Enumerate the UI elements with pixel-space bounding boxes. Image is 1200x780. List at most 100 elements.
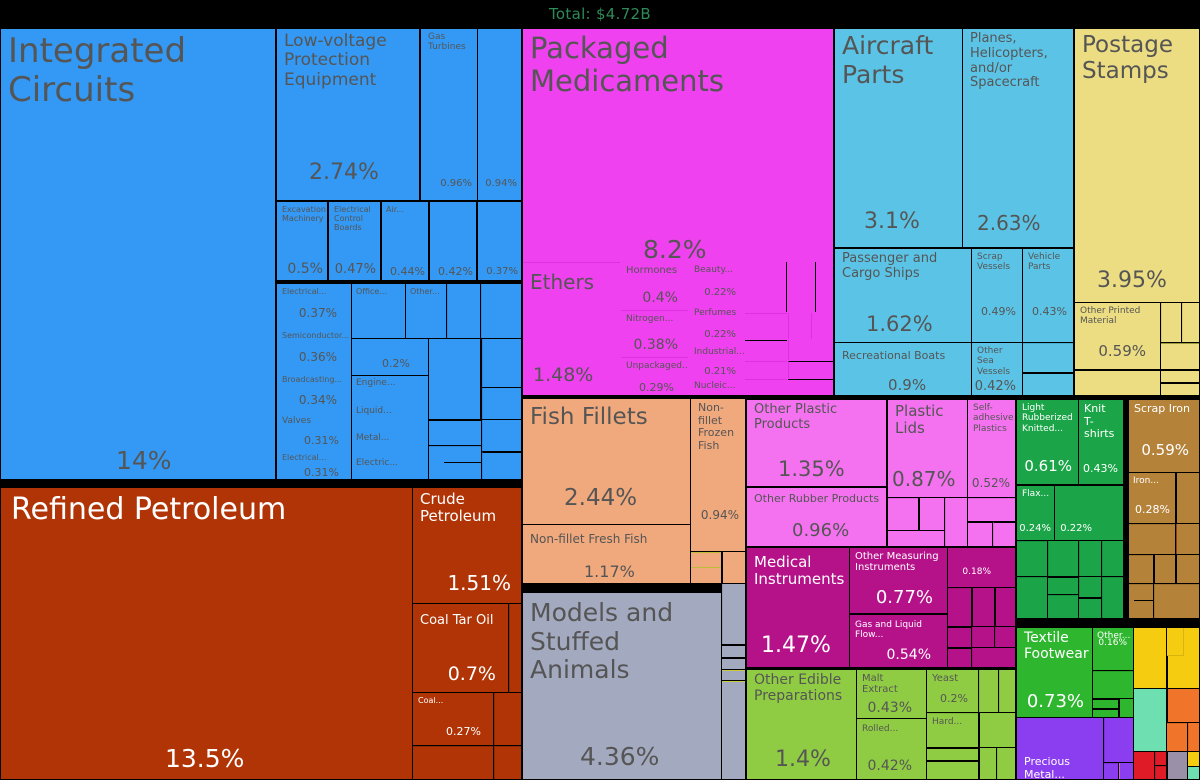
- treemap-cell-blue-02[interactable]: 0.2%: [352, 339, 428, 375]
- treemap-filler: [1048, 577, 1078, 594]
- treemap-cell-scrap-iron[interactable]: Scrap Iron 0.59%: [1129, 400, 1199, 472]
- treemap-cell-light-rubberized-knitted[interactable]: Light Rubberized Knitted... 0.61%: [1017, 400, 1078, 484]
- cell-label: Knit T-shirts: [1084, 402, 1115, 441]
- cell-value: 0.21%: [704, 366, 736, 377]
- treemap-cell-scrap-vessels[interactable]: Scrap Vessels 0.49%: [972, 249, 1022, 342]
- treemap-cell-malt-extract[interactable]: Malt Extract 0.43%: [857, 670, 926, 718]
- treemap-cell-coal[interactable]: Coal... 0.27%: [413, 693, 493, 745]
- cell-value: 0.96%: [792, 520, 850, 541]
- treemap-cell-iron[interactable]: Iron... 0.28%: [1129, 473, 1175, 523]
- treemap-cell-aircraft-parts[interactable]: Aircraft Parts 3.1%: [835, 29, 962, 247]
- treemap-cell-knit-tshirts[interactable]: Knit T-shirts 0.43%: [1079, 400, 1123, 484]
- treemap-cell-valves[interactable]: Valves 0.31%: [277, 413, 351, 453]
- treemap-filler: [482, 339, 521, 387]
- treemap-cell-air[interactable]: Air... 0.44%: [382, 202, 428, 280]
- treemap-cell-planes-helicopters-spacecraft[interactable]: Planes, Helicopters, and/or Spacecraft 2…: [963, 29, 1073, 247]
- treemap-cell-precious-metals[interactable]: Precious Metal...: [1017, 718, 1103, 779]
- treemap-cell-other-edible-preparations[interactable]: Other Edible Preparations 1.4%: [747, 670, 856, 779]
- cell-label: Planes, Helicopters, and/or Spacecraft: [970, 31, 1048, 91]
- treemap-cell-other-sea-vessels[interactable]: Other Sea Vessels 0.42%: [972, 343, 1022, 395]
- treemap-cell-blue-042[interactable]: 0.42%: [430, 202, 476, 280]
- treemap-filler: [1129, 524, 1175, 554]
- treemap-cell-self-adhesive-plastics[interactable]: Self-adhesive Plastics 0.52%: [968, 400, 1015, 497]
- treemap-cell-perfumes[interactable]: Perfumes 0.22%: [689, 305, 744, 343]
- treemap-cell-beauty[interactable]: Beauty... 0.22%: [689, 262, 744, 304]
- treemap-cell-hard[interactable]: Hard...: [927, 713, 978, 747]
- cell-label: Packaged Medicaments: [530, 31, 724, 99]
- treemap-cell-ethers[interactable]: Ethers 1.48%: [523, 262, 620, 395]
- treemap-cell-electric[interactable]: Electric...: [352, 456, 428, 479]
- cell-label: Air...: [386, 205, 404, 214]
- treemap-filler: [948, 648, 971, 667]
- treemap-cell-refined-petroleum[interactable]: Refined Petroleum 13.5%: [1, 488, 412, 779]
- treemap-cell-non-fillet-frozen-fish[interactable]: Non-fillet Frozen Fish 0.94%: [691, 399, 745, 551]
- treemap-cell-excavation-machinery[interactable]: Excavation Machinery 0.5%: [277, 202, 327, 280]
- treemap-cell-metal[interactable]: Metal...: [352, 431, 428, 457]
- cell-label: Office...: [356, 287, 387, 296]
- treemap-cell-other-measuring-instruments[interactable]: Other Measuring Instruments 0.77%: [850, 548, 947, 613]
- cell-value: 0.43%: [1032, 305, 1067, 318]
- treemap-cell-other-plastic-products[interactable]: Other Plastic Products 1.35%: [747, 400, 886, 486]
- treemap-filler: [1161, 370, 1199, 382]
- treemap-cell-other-printed-material[interactable]: Other Printed Material 0.59%: [1075, 303, 1160, 369]
- treemap-cell-gas-turbines[interactable]: Gas Turbines 0.96%: [421, 29, 477, 200]
- treemap-cell-industrial[interactable]: Industrial... 0.21%: [689, 344, 744, 380]
- treemap-cell-semiconductor[interactable]: Semiconductor... 0.36%: [277, 328, 351, 373]
- treemap-cell-crude-petroleum[interactable]: Crude Petroleum 1.51%: [413, 488, 521, 603]
- treemap-cell-gas-and-liquid-flow[interactable]: Gas and Liquid Flow... 0.54%: [850, 614, 947, 667]
- cell-value: 0.42%: [974, 379, 1016, 394]
- treemap-cell-electrical-a[interactable]: Electrical... 0.37%: [277, 284, 351, 329]
- treemap-cell-textile-022[interactable]: 0.22%: [1055, 486, 1123, 540]
- treemap-cell-recreational-boats[interactable]: Recreational Boats 0.9%: [835, 343, 971, 395]
- cell-value: 0.38%: [633, 337, 678, 353]
- treemap-cell-blue-094[interactable]: 0.94%: [478, 29, 521, 200]
- treemap-cell-electrical-b[interactable]: Electrical... 0.31%: [277, 452, 351, 479]
- treemap-filler: [1161, 343, 1199, 369]
- treemap-filler: [745, 340, 787, 360]
- treemap-cell-rolled[interactable]: Rolled... 0.42%: [857, 719, 926, 779]
- treemap-cell-electrical-control-boards[interactable]: Electrical Control Boards 0.47%: [329, 202, 380, 280]
- treemap-cell-fish-fillets[interactable]: Fish Fillets 2.44%: [523, 399, 690, 524]
- treemap-cell-passenger-and-cargo-ships[interactable]: Passenger and Cargo Ships 1.62%: [835, 249, 971, 342]
- treemap-filler: [948, 627, 971, 647]
- treemap-filler: [1017, 577, 1047, 618]
- treemap-filler: [444, 462, 481, 479]
- treemap-cell-integrated-circuits[interactable]: Integrated Circuits 14%: [1, 29, 275, 479]
- treemap-filler: [999, 670, 1015, 712]
- treemap-cell-liquid[interactable]: Liquid...: [352, 404, 428, 432]
- treemap-cell-yeast[interactable]: Yeast 0.2%: [927, 670, 978, 712]
- treemap-filler: [722, 658, 745, 669]
- treemap-filler: [494, 693, 521, 745]
- treemap-cell-low-voltage-protection-equipment[interactable]: Low-voltage Protection Equipment 2.74%: [277, 29, 419, 200]
- treemap-cell-models-and-stuffed-animals[interactable]: Models and Stuffed Animals 4.36%: [523, 593, 721, 779]
- treemap-cell-medical-instruments[interactable]: Medical Instruments 1.47%: [747, 548, 849, 667]
- treemap-cell-other-blue[interactable]: Other...: [406, 284, 446, 338]
- treemap-cell-coal-tar-oil[interactable]: Coal Tar Oil 0.7%: [413, 604, 508, 692]
- treemap-filler: [722, 681, 745, 779]
- treemap-cell-vehicle-parts[interactable]: Vehicle Parts 0.43%: [1023, 249, 1073, 342]
- treemap-cell-unpackaged[interactable]: Unpackaged... 0.29%: [621, 357, 688, 395]
- treemap-filler: [482, 420, 521, 451]
- treemap-filler: [1154, 555, 1175, 583]
- treemap-cell-nucleic[interactable]: Nucleic...: [689, 381, 744, 395]
- treemap-filler: [1167, 723, 1187, 751]
- treemap-cell-other-rubber-products[interactable]: Other Rubber Products 0.96%: [747, 487, 886, 546]
- treemap-cell-office[interactable]: Office...: [352, 284, 405, 338]
- cell-label: Gas and Liquid Flow...: [855, 620, 922, 641]
- treemap-cell-flax[interactable]: Flax... 0.24%: [1017, 486, 1054, 540]
- treemap-cell-non-fillet-fresh-fish[interactable]: Non-fillet Fresh Fish 1.17%: [523, 525, 690, 583]
- cell-value: 0.42%: [438, 265, 473, 278]
- treemap-filler: [788, 379, 833, 395]
- treemap-cell-nitrogen[interactable]: Nitrogen... 0.38%: [621, 310, 688, 356]
- treemap-cell-engine[interactable]: Engine...: [352, 376, 428, 406]
- treemap-cell-other-textile[interactable]: Other... 0.16%: [1093, 628, 1133, 670]
- treemap-cell-broadcasting[interactable]: Broadcasting... 0.34%: [277, 372, 351, 414]
- treemap-cell-blue-037b[interactable]: 0.37%: [478, 202, 521, 280]
- cell-value: 0.22%: [1060, 523, 1092, 534]
- treemap-filler: [494, 746, 521, 779]
- treemap-cell-instruments-018[interactable]: 0.18%: [948, 548, 1015, 587]
- treemap-cell-plastic-lids[interactable]: Plastic Lids 0.87%: [888, 400, 967, 497]
- treemap-cell-textile-footwear[interactable]: Textile Footwear 0.73%: [1017, 628, 1092, 717]
- treemap-cell-hormones[interactable]: Hormones 0.4%: [621, 262, 688, 309]
- treemap-cell-postage-stamps[interactable]: Postage Stamps 3.95%: [1075, 29, 1199, 302]
